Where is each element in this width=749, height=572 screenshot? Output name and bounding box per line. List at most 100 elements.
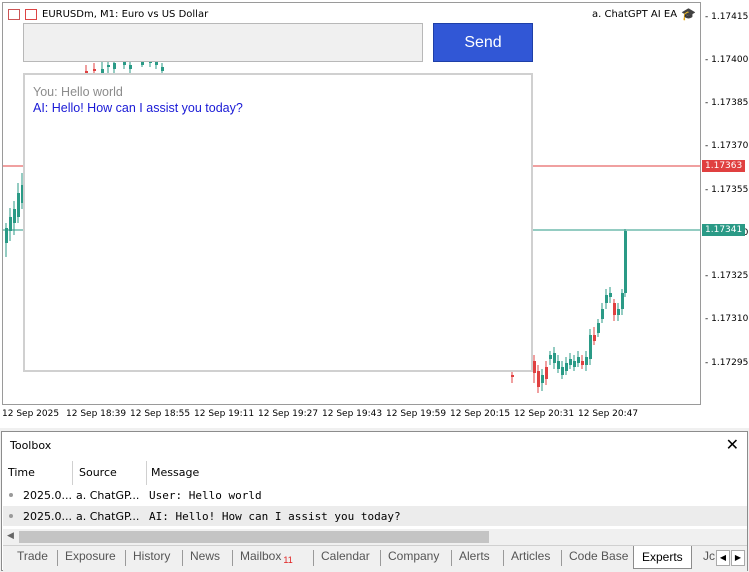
candle-body (593, 335, 596, 341)
candle-body (5, 228, 8, 243)
chart-window[interactable]: EURUSDm, M1: Euro vs US Dollar a. ChatGP… (0, 0, 749, 428)
tab-code-base[interactable]: Code Base (569, 549, 628, 563)
tab-label: Trade (17, 549, 48, 563)
log-row[interactable]: 2025.0... a. ChatGP... User: Hello world (3, 485, 747, 505)
tab-mailbox[interactable]: Mailbox 11 (240, 549, 293, 565)
candle-body (545, 367, 548, 379)
time-axis-label: 12 Sep 19:43 (322, 409, 383, 419)
tab-label: Jc (703, 549, 715, 563)
tab-alerts[interactable]: Alerts (459, 549, 490, 563)
candle-body (161, 67, 164, 71)
tab-company[interactable]: Company (388, 549, 439, 563)
time-axis-label: 12 Sep 2025 (2, 409, 60, 419)
ai-message: AI: Hello! How can I assist you today? (33, 101, 243, 115)
tab-exposure[interactable]: Exposure (65, 549, 116, 563)
toolbox-panel: Toolbox ✕ Time Source Message 2025.0... … (1, 431, 748, 571)
candle-body (107, 65, 110, 67)
candle-body (537, 371, 540, 387)
tab-calendar[interactable]: Calendar (321, 549, 370, 563)
price-axis-label: - 1.17325 (705, 271, 749, 281)
tab-scroll-right-icon[interactable]: ▶ (731, 550, 745, 566)
tab-experts[interactable]: Experts (633, 546, 692, 569)
toolbox-title: Toolbox (10, 439, 52, 452)
symbol-title: EURUSDm, M1: Euro vs US Dollar (42, 8, 209, 20)
ask-price-tag: 1.17363 (702, 160, 745, 172)
candle-body (569, 359, 572, 365)
log-level-icon (9, 514, 13, 518)
column-header-time[interactable]: Time (8, 466, 35, 479)
chart-menu-icon[interactable] (8, 8, 20, 20)
log-level-icon (9, 493, 13, 497)
tab-trade[interactable]: Trade (17, 549, 48, 563)
one-click-trading-icon[interactable] (25, 8, 37, 20)
candle-body (565, 363, 568, 371)
time-axis-label: 12 Sep 18:55 (130, 409, 191, 419)
price-axis-label: - 1.17400 (705, 55, 749, 65)
candle-body (613, 303, 616, 315)
column-divider[interactable] (146, 461, 147, 485)
tab-divider (380, 550, 381, 566)
price-axis-label: - 1.17295 (705, 358, 749, 368)
candle-body (113, 63, 116, 69)
tab-label: Experts (642, 550, 683, 564)
expert-advisor-label[interactable]: a. ChatGPT AI EA 🎓 (592, 7, 696, 21)
candle-body (9, 217, 12, 231)
log-row[interactable]: 2025.0... a. ChatGP... AI: Hello! How ca… (3, 506, 747, 526)
log-source: a. ChatGP... (76, 489, 140, 502)
candle-body (557, 361, 560, 369)
candle-body (511, 375, 514, 377)
candle-body (553, 353, 556, 363)
tab-divider (561, 550, 562, 566)
chart-symbol-header: EURUSDm, M1: Euro vs US Dollar (8, 7, 208, 21)
log-message: AI: Hello! How can I assist you today? (149, 510, 401, 523)
scrollbar-thumb[interactable] (19, 531, 489, 543)
send-button[interactable]: Send (433, 23, 533, 62)
column-divider[interactable] (72, 461, 73, 485)
chat-input[interactable] (23, 23, 423, 62)
time-axis-label: 12 Sep 18:39 (66, 409, 127, 419)
tab-label: Alerts (459, 549, 490, 563)
tab-divider (232, 550, 233, 566)
candle-body (541, 375, 544, 383)
time-axis-label: 12 Sep 19:59 (386, 409, 447, 419)
column-header-message[interactable]: Message (151, 466, 199, 479)
time-axis-label: 12 Sep 20:47 (578, 409, 639, 419)
candle-body (609, 293, 612, 297)
candle-body (624, 231, 627, 293)
time-axis-label: 12 Sep 20:31 (514, 409, 575, 419)
tab-label: Articles (511, 549, 551, 563)
candle-body (13, 209, 16, 223)
price-axis-label: - 1.17415 (705, 12, 749, 22)
scroll-left-icon[interactable]: ◀ (7, 531, 14, 541)
tab-scroll-left-icon[interactable]: ◀ (716, 550, 730, 566)
horizontal-scrollbar[interactable]: ◀ (3, 529, 747, 545)
candle-body (577, 357, 580, 363)
expert-name: a. ChatGPT AI EA (591, 8, 678, 20)
unread-count-badge: 11 (283, 555, 293, 566)
log-source: a. ChatGP... (76, 510, 140, 523)
toolbox-tabs: Trade Exposure History News Mailbox 11 Calenda… (3, 545, 747, 571)
candle-body (533, 361, 536, 373)
tab-divider (182, 550, 183, 566)
candle-body (589, 335, 592, 359)
price-axis-label: - 1.17370 (705, 141, 749, 151)
tab-jc[interactable]: Jc (703, 549, 715, 563)
close-icon[interactable]: ✕ (726, 435, 739, 454)
tab-divider (503, 550, 504, 566)
candle-body (621, 293, 624, 309)
candle-body (585, 357, 588, 365)
tab-history[interactable]: History (133, 549, 170, 563)
column-header-source[interactable]: Source (79, 466, 117, 479)
price-axis-label: - 1.17310 (705, 314, 749, 324)
time-axis-label: 12 Sep 19:11 (194, 409, 255, 419)
tab-label: History (133, 549, 171, 563)
candle-body (561, 367, 564, 375)
tab-label: Company (388, 549, 440, 563)
candle-body (581, 361, 584, 365)
time-axis-label: 12 Sep 20:15 (450, 409, 511, 419)
time-axis-label: 12 Sep 19:27 (258, 409, 319, 419)
tab-articles[interactable]: Articles (511, 549, 550, 563)
user-message: You: Hello world (33, 85, 123, 99)
candle-body (601, 309, 604, 319)
tab-news[interactable]: News (190, 549, 220, 563)
